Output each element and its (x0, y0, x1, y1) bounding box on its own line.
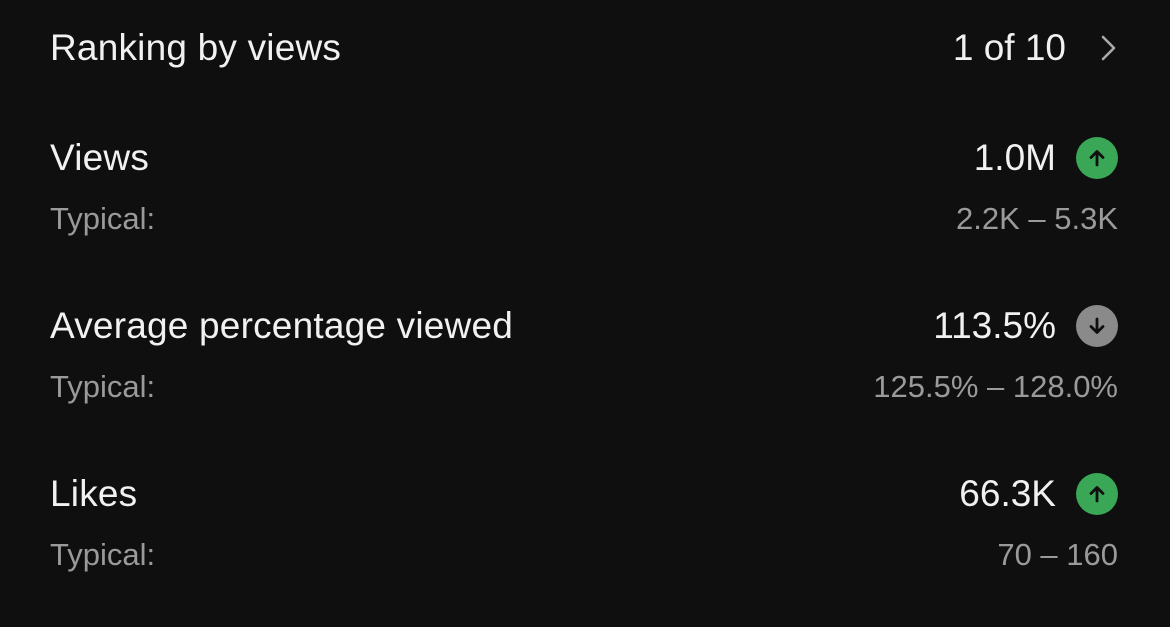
metric-row-likes: Likes 66.3K (50, 470, 1118, 518)
typical-row-avg-percentage: Typical: 125.5% – 128.0% (50, 365, 1118, 409)
metric-row-avg-percentage: Average percentage viewed 113.5% (50, 302, 1118, 350)
metric-value: 1.0M (973, 137, 1056, 178)
ranking-row[interactable]: Ranking by views 1 of 10 (50, 24, 1118, 72)
typical-label: Typical: (50, 201, 156, 236)
metric-label: Average percentage viewed (50, 305, 514, 346)
metric-label: Likes (50, 473, 138, 514)
typical-label: Typical: (50, 369, 156, 404)
metric-value: 113.5% (933, 305, 1056, 346)
typical-range: 2.2K – 5.3K (955, 201, 1118, 236)
metric-label: Views (50, 137, 150, 178)
arrow-up-icon (1076, 473, 1118, 515)
ranking-value-group[interactable]: 1 of 10 (953, 27, 1118, 69)
ranking-value: 1 of 10 (952, 27, 1066, 68)
metric-value: 66.3K (959, 473, 1056, 514)
metric-value-group: 113.5% (933, 305, 1118, 347)
typical-label: Typical: (50, 537, 156, 572)
typical-range: 125.5% – 128.0% (873, 369, 1118, 404)
arrow-down-icon (1076, 305, 1118, 347)
metric-row-views: Views 1.0M (50, 134, 1118, 182)
arrow-up-icon (1076, 137, 1118, 179)
typical-row-views: Typical: 2.2K – 5.3K (50, 197, 1118, 241)
typical-range: 70 – 160 (997, 537, 1118, 572)
metric-value-group: 66.3K (959, 473, 1118, 515)
typical-row-likes: Typical: 70 – 160 (50, 533, 1118, 577)
metric-value-group: 1.0M (974, 137, 1118, 179)
ranking-label: Ranking by views (50, 27, 342, 68)
chevron-right-icon[interactable] (1100, 33, 1118, 63)
